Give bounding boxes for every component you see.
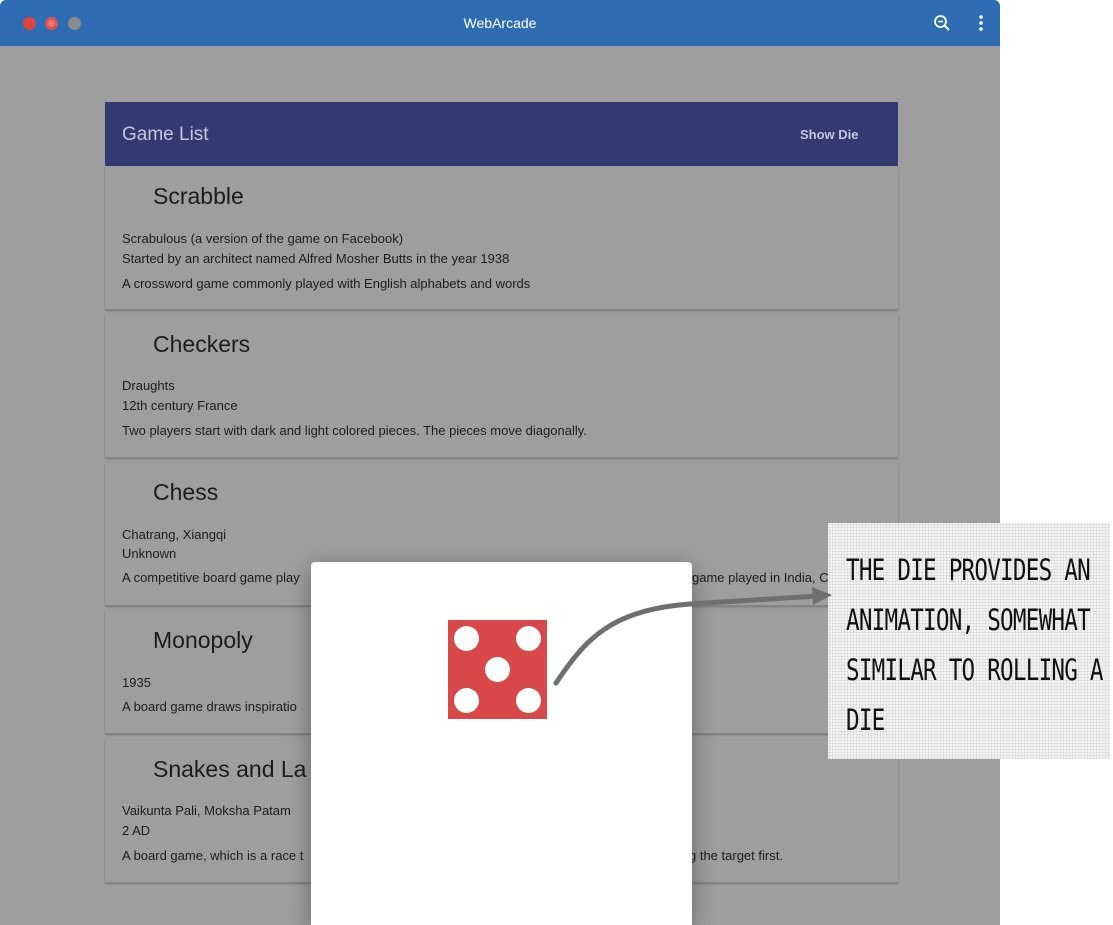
die-pip — [516, 688, 541, 713]
die-pip — [485, 657, 510, 682]
game-list-header: Game List Show Die — [105, 102, 898, 166]
die-pip — [516, 626, 541, 651]
die-pip — [454, 626, 479, 651]
game-list-title: Game List — [122, 124, 209, 145]
game-name: Scrabble — [153, 183, 244, 209]
search-icon[interactable] — [931, 12, 953, 34]
game-alt-name: Scrabulous (a version of the game on Fac… — [122, 231, 404, 246]
title-bar: WebArcade — [0, 0, 1000, 46]
game-description-tail: g the target first. — [689, 848, 783, 863]
game-description-tail: game played in India, C — [692, 570, 829, 585]
annotation-callout: The die provides an animation, somewhat … — [828, 523, 1110, 759]
game-description: A crossword game commonly played with En… — [122, 276, 531, 291]
game-alt-name: Draughts — [122, 378, 175, 393]
show-die-button[interactable]: Show Die — [800, 127, 859, 142]
more-vert-icon[interactable] — [970, 12, 992, 34]
game-description: A competitive board game play — [122, 570, 300, 585]
game-description: A board game, which is a race t — [122, 848, 304, 863]
annotation-text: The die provides an animation, somewhat … — [846, 553, 1104, 737]
game-card-checkers[interactable]: Checkers Draughts 12th century France Tw… — [105, 315, 898, 458]
game-origin: 12th century France — [122, 398, 238, 413]
game-name: Chess — [153, 479, 219, 505]
game-origin: 1935 — [122, 675, 151, 690]
game-origin: 2 AD — [122, 823, 151, 838]
game-card-scrabble[interactable]: Scrabble Scrabulous (a version of the ga… — [105, 167, 898, 310]
app-title: WebArcade — [463, 15, 537, 31]
app-window: WebArcade Game List Show Die Scrabble Sc… — [0, 0, 1000, 925]
game-origin: Unknown — [122, 546, 177, 561]
die-pip — [454, 688, 479, 713]
game-origin: Started by an architect named Alfred Mos… — [122, 251, 510, 266]
game-alt-name: Chatrang, Xiangqi — [122, 527, 227, 542]
game-name: Checkers — [153, 331, 251, 357]
game-description: A board game draws inspiratio — [122, 699, 297, 714]
die-dialog — [311, 562, 692, 925]
game-alt-name: Vaikunta Pali, Moksha Patam — [122, 803, 291, 818]
game-name: Monopoly — [153, 627, 253, 653]
game-name: Snakes and La — [153, 756, 307, 782]
die-face[interactable] — [448, 620, 547, 719]
game-description: Two players start with dark and light co… — [122, 423, 587, 438]
